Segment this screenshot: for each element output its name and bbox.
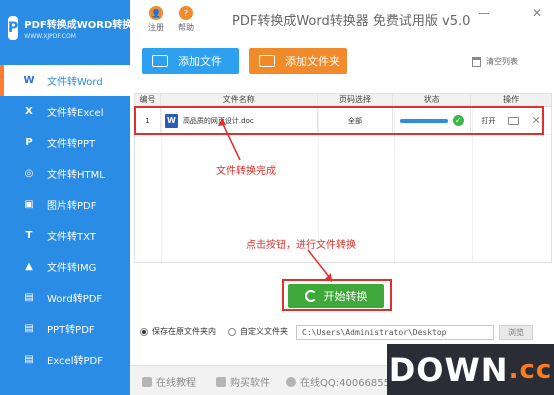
refresh-icon xyxy=(304,290,317,302)
qq-icon xyxy=(286,376,296,387)
output-path-input[interactable]: C:\Users\Administrator\Desktop xyxy=(296,325,494,340)
radio-label-custom-folder: 自定义文件夹 xyxy=(240,327,288,336)
online-qq-link[interactable]: 在线QQ:4006685572 xyxy=(286,374,403,389)
radio-save-original[interactable] xyxy=(140,327,148,336)
down-cc-watermark: DOWN .cc xyxy=(387,344,554,395)
radio-label-save-original: 保存在原文件夹内 xyxy=(152,327,216,336)
radio-custom-folder[interactable] xyxy=(228,327,236,336)
output-options: 保存在原文件夹内 自定义文件夹 xyxy=(140,326,288,337)
book-icon xyxy=(142,376,152,387)
browse-button[interactable]: 浏览 xyxy=(499,325,533,340)
cart-icon xyxy=(216,376,226,387)
start-convert-button[interactable]: 开始转换 xyxy=(288,284,384,308)
online-tutorial-link[interactable]: 在线教程 xyxy=(142,374,196,389)
buy-software-link[interactable]: 购买软件 xyxy=(216,374,270,389)
